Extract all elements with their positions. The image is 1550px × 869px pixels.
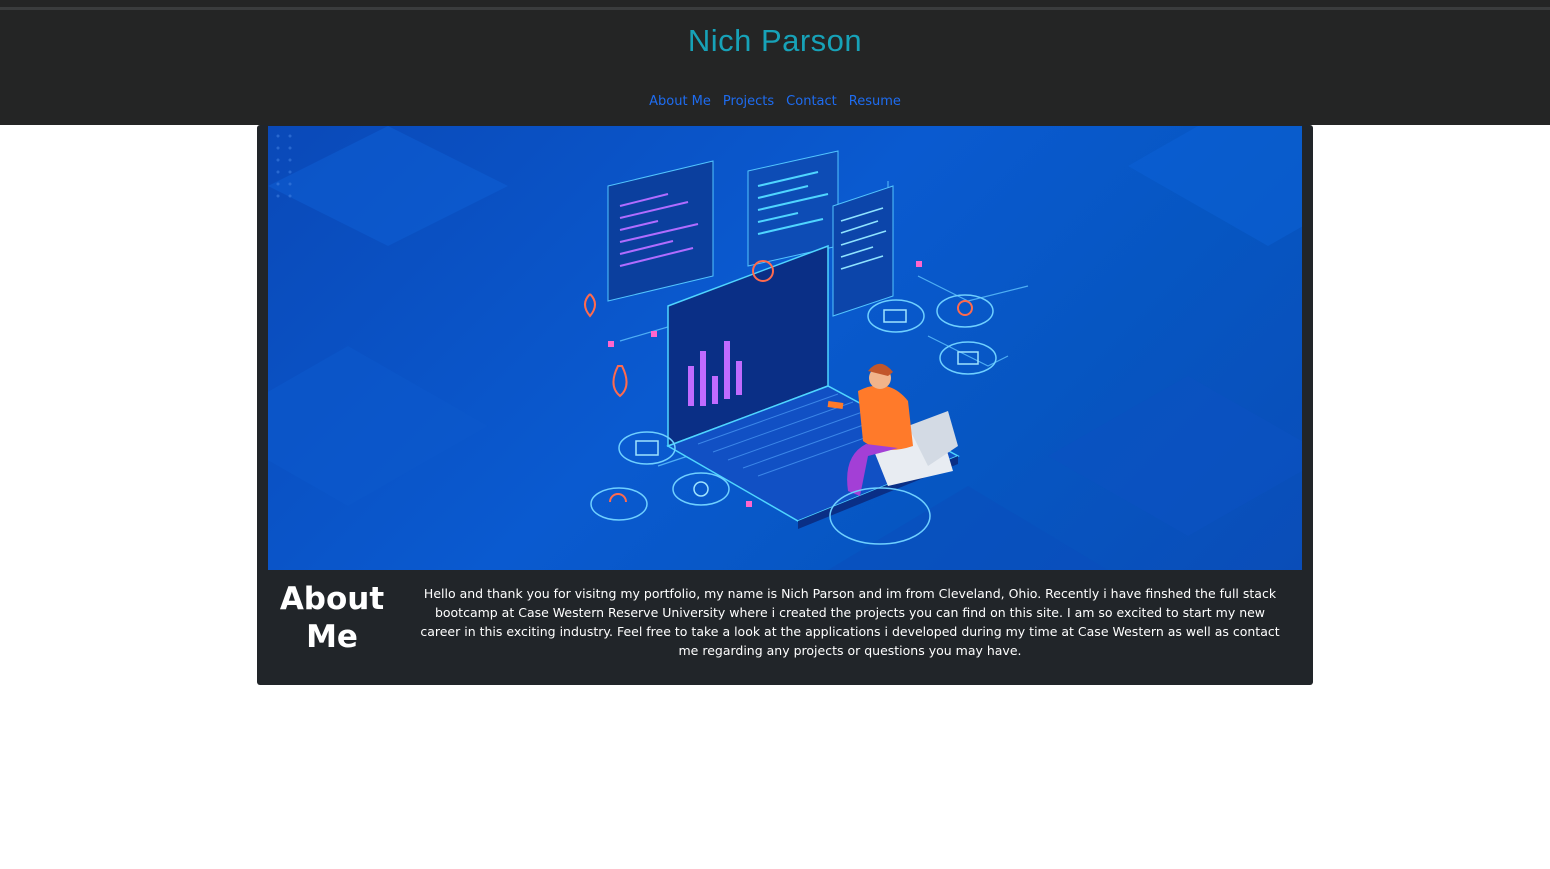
developer-illustration	[268, 126, 1302, 570]
nav-link-contact[interactable]: Contact	[786, 94, 837, 109]
hero-image	[268, 126, 1302, 570]
window-top-strip	[0, 0, 1550, 7]
about-paragraph: Hello and thank you for visitng my portf…	[420, 586, 1280, 658]
nav-link-about-me[interactable]: About Me	[649, 94, 711, 109]
nav-link-resume[interactable]: Resume	[849, 94, 901, 109]
site-header: Nich Parson About Me Projects Contact Re…	[0, 10, 1550, 125]
site-title: Nich Parson	[687, 23, 863, 58]
nav-link-projects[interactable]: Projects	[723, 94, 774, 109]
about-card: About Me Hello and thank you for visitng…	[257, 125, 1313, 685]
main-nav: About Me Projects Contact Resume	[0, 94, 1550, 109]
about-heading: About Me	[279, 581, 385, 655]
about-section: About Me Hello and thank you for visitng…	[268, 570, 1302, 685]
